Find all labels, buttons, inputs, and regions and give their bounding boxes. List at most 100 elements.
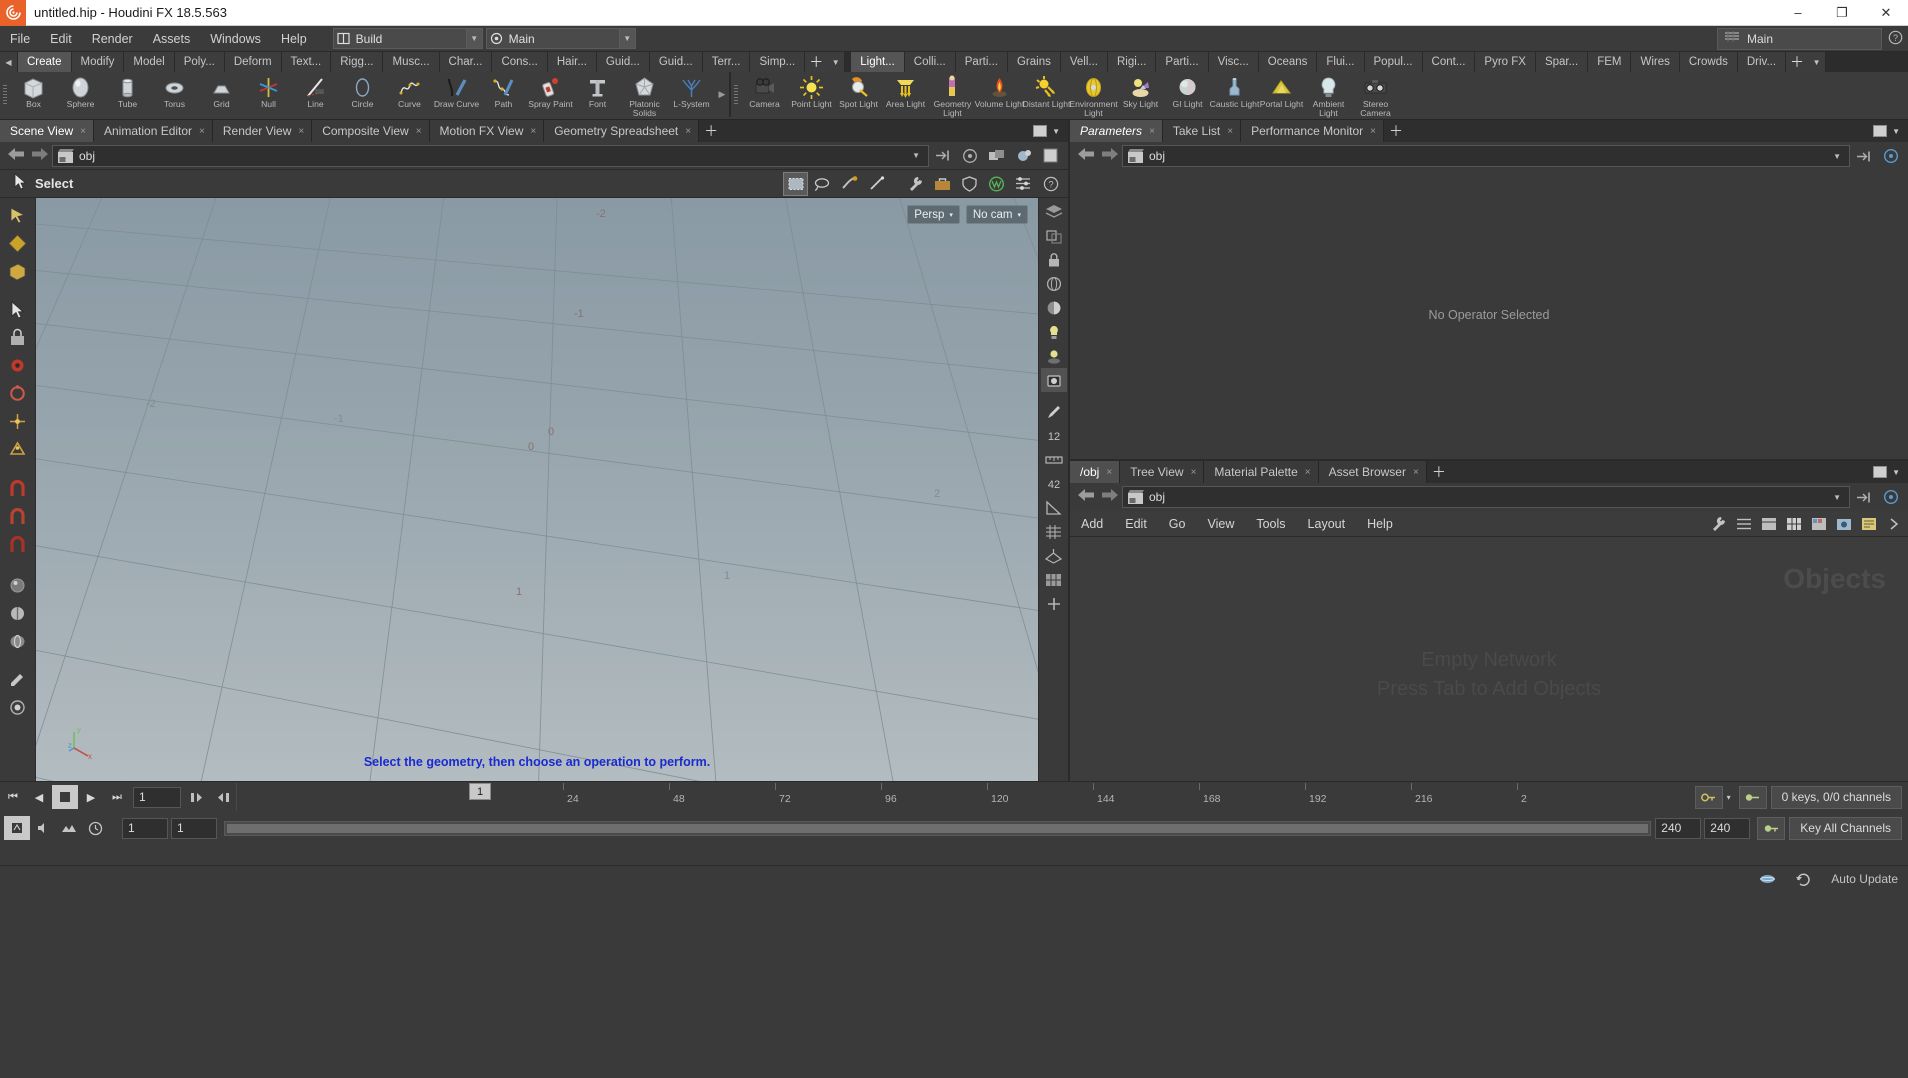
shelf-grip-right[interactable]	[731, 72, 741, 117]
menu-edit[interactable]: Edit	[40, 26, 82, 52]
shelf-tab-left-11[interactable]: Guid...	[596, 52, 650, 72]
shelf-tab-left-2[interactable]: Model	[124, 52, 175, 72]
auto-update-status[interactable]: Auto Update	[1831, 872, 1898, 886]
close-icon-parameters-0[interactable]: ×	[1149, 126, 1155, 137]
shelf-scroll-left-icon[interactable]: ◀	[0, 52, 18, 72]
construction-plane-icon[interactable]	[1041, 544, 1067, 568]
align-icon[interactable]	[1756, 512, 1781, 536]
shelf-tool-right-7[interactable]: Environment Light	[1069, 72, 1118, 119]
shelf-tool-right-3[interactable]: Area Light	[882, 72, 929, 119]
scene-view-tab-1[interactable]: Animation Editor ×	[94, 120, 213, 142]
shelf-tool-left-7[interactable]: Circle	[339, 72, 386, 119]
network-tab-3[interactable]: Asset Browser ×	[1318, 461, 1427, 483]
viewport-options-icon[interactable]	[1041, 592, 1067, 616]
shelf-tab-right-9[interactable]: Flui...	[1317, 52, 1365, 72]
shelf-tool-left-0[interactable]: Box	[10, 72, 57, 119]
scene-view-path-field[interactable]: obj ▼	[52, 144, 929, 167]
objects-toggle-icon[interactable]	[983, 143, 1010, 169]
shelf-tab-right-13[interactable]: Spar...	[1535, 52, 1589, 72]
menu-windows[interactable]: Windows	[200, 26, 271, 52]
range-end-field-2[interactable]: 240	[1704, 817, 1751, 839]
range-lock-icon[interactable]	[184, 785, 210, 809]
shelf-tab-left-5[interactable]: Text...	[281, 52, 332, 72]
shelf-tab-right-0[interactable]: Light...	[851, 52, 905, 72]
close-icon-network-2[interactable]: ×	[1305, 467, 1311, 478]
shelf-tool-right-0[interactable]: Camera	[741, 72, 788, 119]
shield-icon[interactable]	[957, 172, 982, 196]
shelf-tab-left-14[interactable]: Simp...	[750, 52, 806, 72]
shelf-tool-left-1[interactable]: Sphere	[57, 72, 104, 119]
network-menu-go[interactable]: Go	[1158, 511, 1197, 537]
pane-menu-icon[interactable]: ▼	[1052, 127, 1060, 136]
scene-view-tab-4[interactable]: Motion FX View ×	[429, 120, 545, 142]
wireframe-icon[interactable]	[1041, 272, 1067, 296]
lasso-select-icon[interactable]	[810, 172, 835, 196]
parameters-tab-0[interactable]: Parameters ×	[1070, 120, 1163, 142]
refresh-icon[interactable]	[1795, 872, 1817, 887]
build-selector[interactable]: Build ▼	[332, 28, 483, 49]
shelf-tab-left-8[interactable]: Char...	[439, 52, 493, 72]
params-back-icon[interactable]	[1074, 147, 1098, 165]
headlight-icon[interactable]	[1041, 344, 1067, 368]
network-menu-view[interactable]: View	[1196, 511, 1245, 537]
shelf-tool-left-6[interactable]: Line	[292, 72, 339, 119]
shelf-tab-right-1[interactable]: Colli...	[904, 52, 956, 72]
range-lock-icon-2[interactable]	[210, 785, 236, 809]
shelf-left-menu-icon[interactable]: ▼	[827, 52, 846, 72]
params-forward-icon[interactable]	[1098, 147, 1122, 165]
key-scope-icon[interactable]	[1694, 785, 1723, 809]
pen-tool-icon[interactable]	[1041, 400, 1067, 424]
shelf-tool-left-2[interactable]: Tube	[104, 72, 151, 119]
shelf-tool-right-2[interactable]: Spot Light	[835, 72, 882, 119]
help-circle-icon[interactable]: ?	[1038, 172, 1063, 196]
params-target-icon[interactable]	[1877, 143, 1904, 169]
shelf-tab-right-12[interactable]: Pyro FX	[1475, 52, 1536, 72]
network-canvas[interactable]: Objects Empty Network Press Tab to Add O…	[1070, 537, 1908, 781]
parameters-tab-2[interactable]: Performance Monitor ×	[1241, 120, 1384, 142]
shelf-tab-left-6[interactable]: Rigg...	[331, 52, 384, 72]
shelf-tab-right-4[interactable]: Vell...	[1060, 52, 1108, 72]
color-palette-icon[interactable]	[1806, 512, 1831, 536]
close-icon-parameters-2[interactable]: ×	[1370, 126, 1376, 137]
camera-lock-icon[interactable]	[1040, 368, 1067, 392]
shaded-icon[interactable]	[1041, 296, 1067, 320]
network-add-tab[interactable]: ＋	[1427, 461, 1451, 483]
params-path-dropdown-icon[interactable]: ▼	[1829, 152, 1845, 161]
params-pin-icon[interactable]	[1850, 143, 1877, 169]
menu-file[interactable]: File	[0, 26, 40, 52]
light-toggle-icon[interactable]	[1041, 320, 1067, 344]
brush-select-icon[interactable]	[837, 172, 862, 196]
shelf-more-left-icon[interactable]: ▶	[715, 72, 729, 117]
shelf-tool-right-11[interactable]: Portal Light	[1258, 72, 1305, 119]
shelf-tab-right-8[interactable]: Oceans	[1258, 52, 1318, 72]
shelf-tab-right-5[interactable]: Rigi...	[1108, 52, 1157, 72]
step-forward-button[interactable]: ⏭	[104, 785, 130, 809]
shelf-tab-right-7[interactable]: Visc...	[1208, 52, 1259, 72]
box-select-icon[interactable]	[783, 171, 808, 196]
play-button[interactable]: ▶	[78, 785, 104, 809]
snapshot-icon-pb[interactable]	[56, 816, 82, 840]
audio-icon[interactable]	[30, 816, 56, 840]
network-path-field[interactable]: obj ▼	[1122, 486, 1850, 508]
path-dropdown-icon[interactable]: ▼	[908, 151, 924, 160]
range-start-field[interactable]: 1	[122, 817, 168, 839]
list-icon[interactable]	[1731, 512, 1756, 536]
shelf-tab-right-15[interactable]: Wires	[1631, 52, 1680, 72]
ghost-display-icon[interactable]	[1041, 224, 1067, 248]
network-tab-2[interactable]: Material Palette ×	[1204, 461, 1319, 483]
network-menu-edit[interactable]: Edit	[1114, 511, 1158, 537]
network-menu-help[interactable]: Help	[1356, 511, 1404, 537]
shelf-tab-left-10[interactable]: Hair...	[547, 52, 597, 72]
parameters-path-field[interactable]: obj ▼	[1122, 145, 1850, 167]
shelf-add-right-button[interactable]: ＋	[1786, 52, 1809, 72]
shelf-tab-right-17[interactable]: Driv...	[1737, 52, 1787, 72]
snap-prim-icon[interactable]	[3, 436, 33, 463]
main-selector[interactable]: Main ▼	[485, 28, 636, 49]
display-shading-icon[interactable]	[1041, 200, 1067, 224]
clock-icon[interactable]	[82, 816, 108, 840]
shelf-tool-left-11[interactable]: Spray Paint	[527, 72, 574, 119]
shelf-tab-left-9[interactable]: Cons...	[492, 52, 548, 72]
shelf-tab-left-4[interactable]: Deform	[224, 52, 282, 72]
shelf-tool-left-13[interactable]: Platonic Solids	[621, 72, 668, 119]
stop-button[interactable]	[52, 785, 78, 809]
